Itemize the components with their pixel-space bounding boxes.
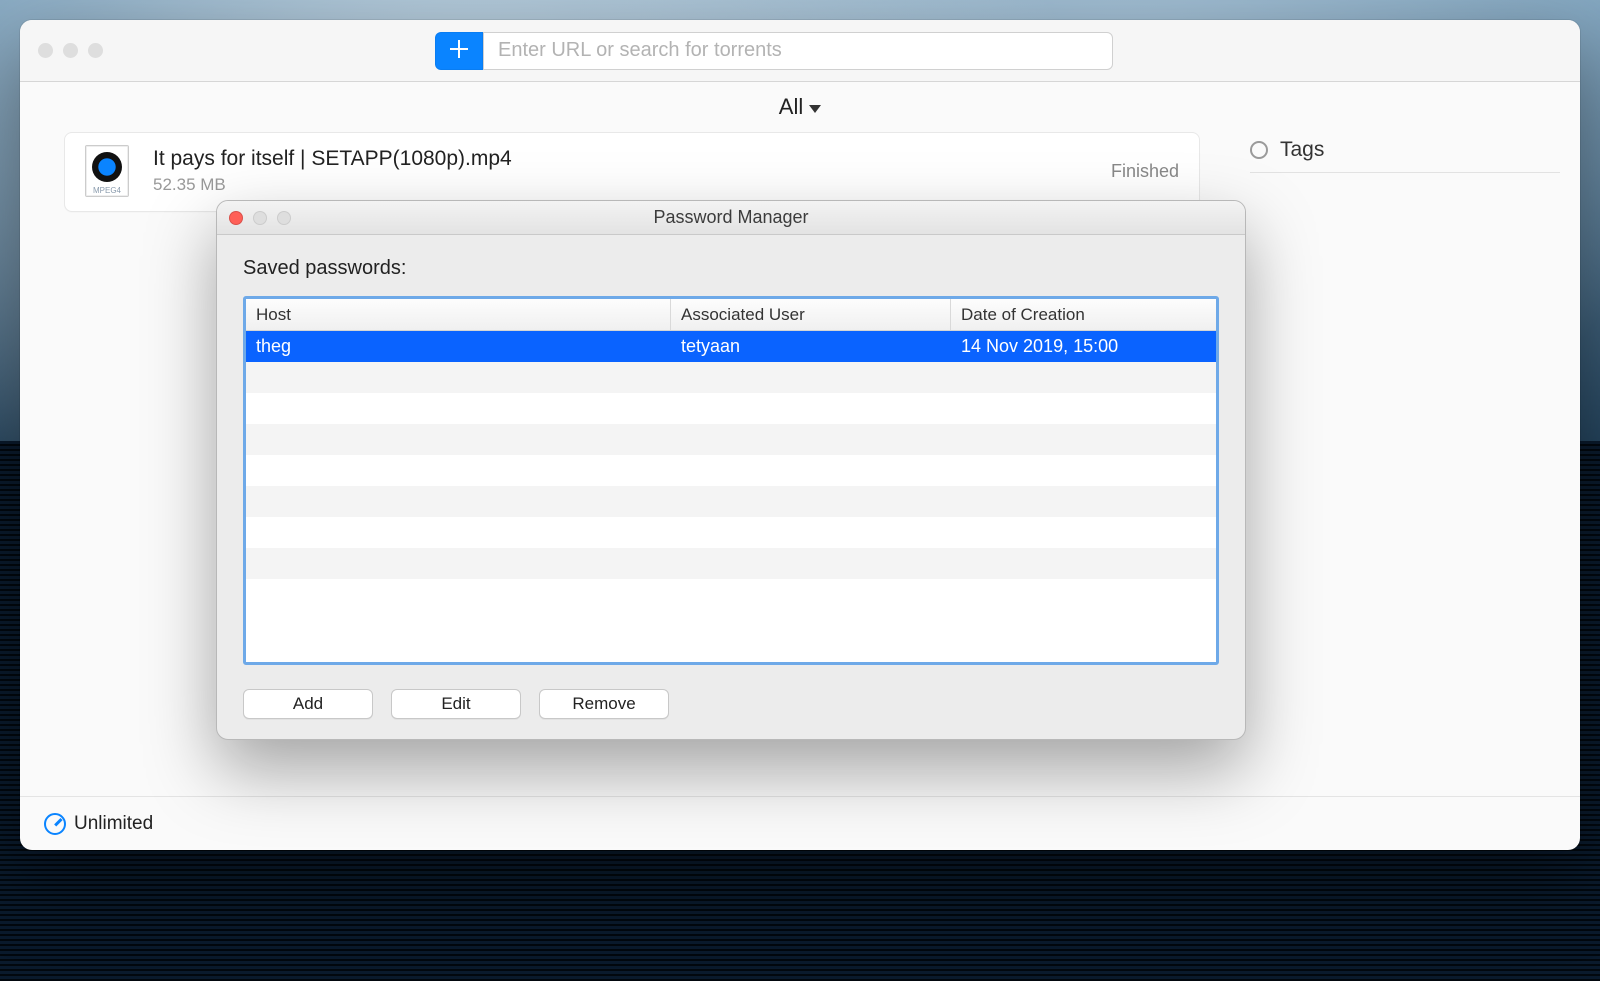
file-video-icon: [85, 145, 129, 197]
cell-host: theg: [246, 336, 671, 357]
table-row[interactable]: [246, 424, 1216, 455]
circle-outline-icon: [1250, 141, 1268, 159]
plus-icon: [450, 40, 468, 61]
table-row[interactable]: thegtetyaan14 Nov 2019, 15:00: [246, 331, 1216, 362]
table-row[interactable]: [246, 455, 1216, 486]
close-window-button[interactable]: [38, 43, 53, 58]
column-date[interactable]: Date of Creation: [951, 299, 1216, 330]
remove-button[interactable]: Remove: [539, 689, 669, 719]
zoom-window-button[interactable]: [88, 43, 103, 58]
password-manager-dialog: Password Manager Saved passwords: Host A…: [216, 200, 1246, 740]
table-row[interactable]: [246, 517, 1216, 548]
table-body: thegtetyaan14 Nov 2019, 15:00: [246, 331, 1216, 662]
filter-label: All: [779, 94, 803, 120]
speed-gauge-icon: [44, 813, 66, 835]
column-user[interactable]: Associated User: [671, 299, 951, 330]
window-controls: [38, 43, 103, 58]
table-row[interactable]: [246, 362, 1216, 393]
table-row[interactable]: [246, 548, 1216, 579]
saved-passwords-label: Saved passwords:: [243, 257, 1219, 280]
table-row[interactable]: [246, 486, 1216, 517]
tags-header[interactable]: Tags: [1250, 138, 1560, 173]
add-torrent-button[interactable]: [435, 32, 483, 70]
column-host[interactable]: Host: [246, 299, 671, 330]
dialog-button-row: Add Edit Remove: [243, 689, 1219, 719]
filter-popup[interactable]: All: [779, 94, 821, 120]
search-input[interactable]: [483, 32, 1113, 70]
torrent-info: It pays for itself | SETAPP(1080p).mp4 5…: [153, 147, 1087, 195]
torrent-title: It pays for itself | SETAPP(1080p).mp4: [153, 147, 1087, 171]
torrent-size: 52.35 MB: [153, 175, 1087, 195]
table-row[interactable]: [246, 579, 1216, 610]
cell-user: tetyaan: [671, 336, 951, 357]
tags-title: Tags: [1280, 138, 1324, 162]
edit-button[interactable]: Edit: [391, 689, 521, 719]
chevron-down-icon: [809, 105, 821, 113]
speed-limit-label[interactable]: Unlimited: [74, 813, 153, 835]
cell-date: 14 Nov 2019, 15:00: [951, 336, 1216, 357]
dialog-title: Password Manager: [217, 201, 1245, 234]
add-button[interactable]: Add: [243, 689, 373, 719]
dialog-body: Saved passwords: Host Associated User Da…: [217, 235, 1245, 739]
sidebar-tags: Tags: [1250, 132, 1560, 796]
minimize-window-button[interactable]: [63, 43, 78, 58]
table-row[interactable]: [246, 393, 1216, 424]
status-bar: Unlimited: [20, 796, 1580, 850]
filter-bar: All: [20, 82, 1580, 132]
toolbar: [20, 20, 1580, 82]
torrent-status: Finished: [1111, 161, 1179, 182]
table-header: Host Associated User Date of Creation: [246, 299, 1216, 331]
passwords-table: Host Associated User Date of Creation th…: [243, 296, 1219, 665]
dialog-titlebar: Password Manager: [217, 201, 1245, 235]
